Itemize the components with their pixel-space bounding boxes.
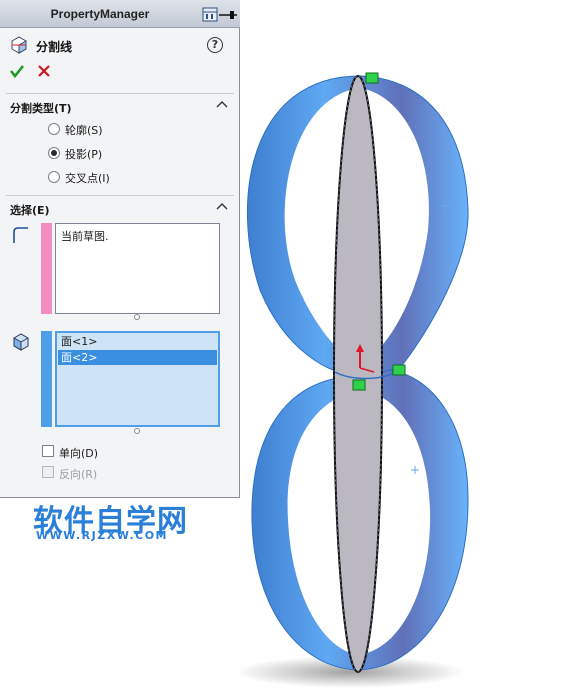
- faces-to-split-icon: [13, 333, 29, 351]
- split-type-label: 分割类型(T): [10, 102, 72, 115]
- radio-label: 轮廓(S): [65, 124, 103, 137]
- radio-button[interactable]: [48, 123, 60, 135]
- help-icon[interactable]: ?: [207, 37, 223, 53]
- radio-button[interactable]: [48, 171, 60, 183]
- face-list-item[interactable]: 面<1>: [58, 334, 217, 349]
- pin-icon[interactable]: [202, 7, 238, 23]
- sketch-point[interactable]: [365, 72, 379, 84]
- sketch-to-project-icon: [13, 227, 28, 243]
- ok-check-icon[interactable]: [9, 63, 25, 79]
- sketch-selection-color-strip: [41, 223, 52, 314]
- resize-handle[interactable]: [134, 314, 140, 320]
- checkbox[interactable]: [42, 445, 54, 457]
- feature-title: 分割线: [36, 40, 73, 54]
- cancel-x-icon[interactable]: [36, 63, 52, 79]
- sketch-point[interactable]: [352, 379, 366, 391]
- selections-label: 选择(E): [10, 204, 50, 217]
- checkbox[interactable]: [42, 466, 54, 478]
- face-selection-color-strip: [41, 331, 52, 427]
- property-manager-panel: PropertyManager 分割线 ? 分割类型(T) 轮廓(S) 投影(P…: [0, 0, 240, 498]
- checkbox-label: 反向(R): [59, 468, 98, 481]
- checkbox-label: 单向(D): [59, 447, 99, 460]
- radio-label: 交叉点(I): [65, 172, 110, 185]
- sketch-point[interactable]: [392, 364, 406, 376]
- watermark-url: WWW.RJZXW.COM: [36, 529, 168, 542]
- face-list-item[interactable]: 面<2>: [58, 350, 217, 365]
- face-selection-list[interactable]: 面<1> 面<2>: [55, 331, 220, 427]
- panel-header: PropertyManager: [0, 0, 240, 28]
- panel-title: PropertyManager: [50, 7, 150, 21]
- resize-handle[interactable]: [134, 428, 140, 434]
- chevron-up-icon[interactable]: [216, 202, 228, 210]
- sketch-selection-value: 当前草图.: [61, 230, 109, 243]
- radio-button[interactable]: [48, 147, 60, 159]
- split-line-icon: [11, 36, 27, 54]
- selections-section-header[interactable]: 选择(E): [0, 195, 240, 217]
- radio-label: 投影(P): [65, 148, 103, 161]
- sketch-selection-box[interactable]: 当前草图.: [55, 223, 220, 314]
- chevron-up-icon[interactable]: [216, 100, 228, 108]
- split-type-section-header[interactable]: 分割类型(T): [0, 93, 240, 115]
